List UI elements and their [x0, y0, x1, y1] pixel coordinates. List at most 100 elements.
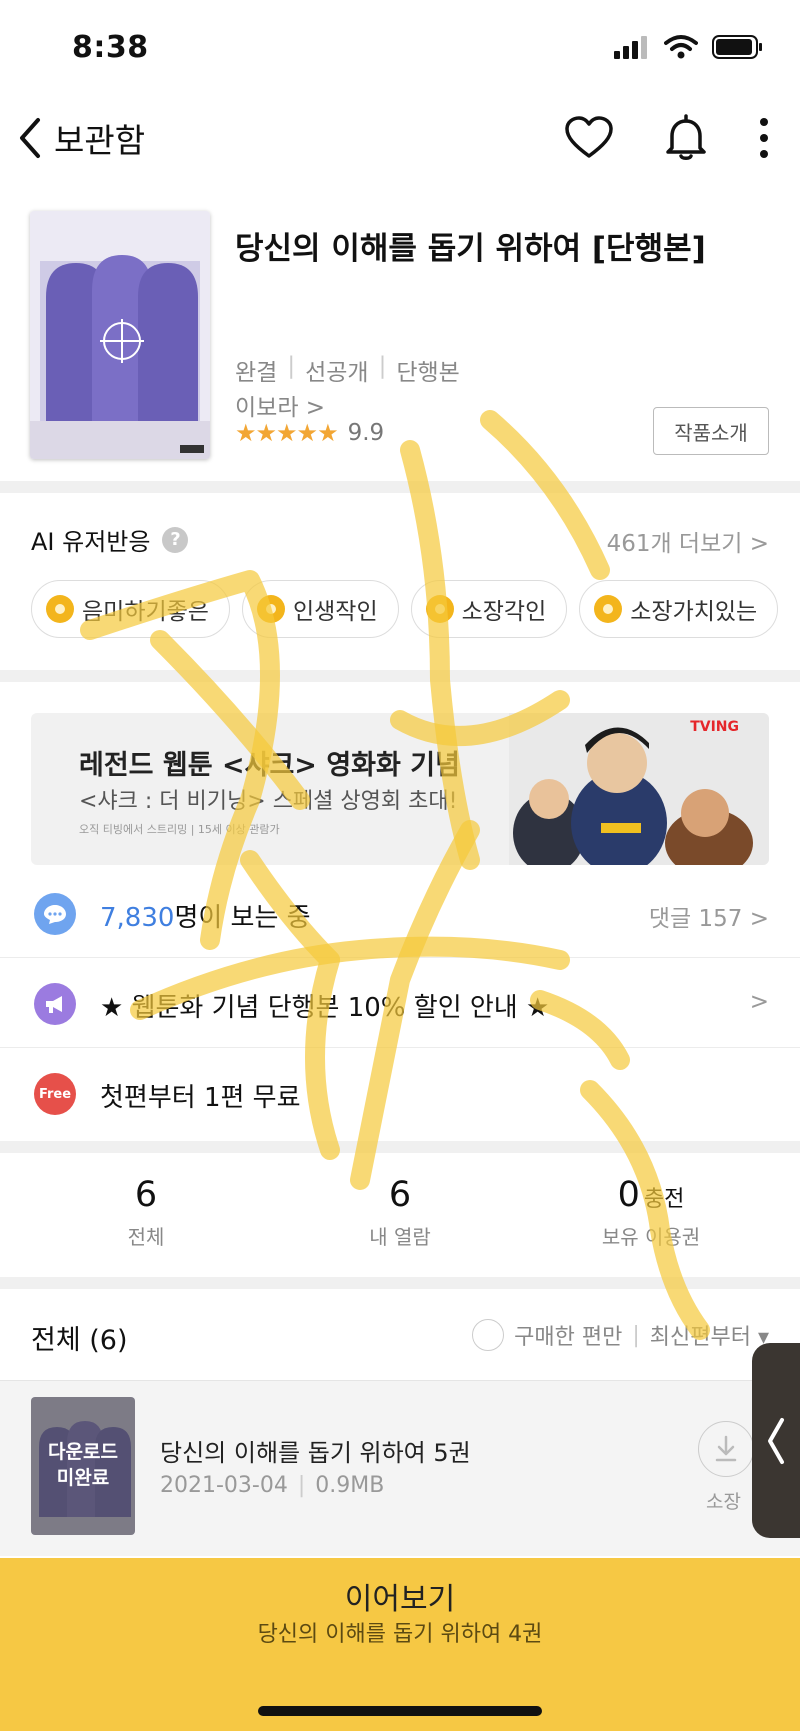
section-divider	[0, 481, 800, 493]
free-badge: Free	[34, 1073, 76, 1115]
more-vertical-icon[interactable]	[758, 116, 770, 160]
nav-title: 보관함	[54, 121, 146, 160]
episode-thumbnail: 다운로드 미완료	[31, 1397, 135, 1535]
book-meta: 완결 | 선공개 | 단행본	[235, 353, 460, 387]
side-panel-handle[interactable]	[752, 1343, 800, 1538]
banner-brand-logo: TVING	[690, 719, 739, 735]
meta-preview: 선공개	[305, 360, 369, 386]
banner-note: 오직 티빙에서 스트리밍 | 15세 이상 관람가	[79, 823, 280, 836]
download-button[interactable]	[698, 1421, 754, 1477]
download-label: 소장	[706, 1491, 741, 1513]
episode-date: 2021-03-04	[160, 1473, 288, 1498]
back-button[interactable]: 보관함	[16, 114, 145, 162]
chip-label: 소장가치있는	[630, 599, 758, 625]
section-divider	[0, 1141, 800, 1153]
episode-title: 당신의 이해를 돕기 위하여 5권	[160, 1439, 471, 1467]
stat-total-label: 전체	[127, 1225, 165, 1249]
download-icon	[715, 1435, 737, 1462]
status-icons	[614, 34, 764, 60]
cta-subtitle: 당신의 이해를 돕기 위하여 4권	[257, 1622, 543, 1647]
ai-reactions-section: AI 유저반응 ? 461개 더보기 > 음미하기좋은 인생작인 소장각인 소장…	[0, 500, 800, 666]
ai-reactions-more-link[interactable]: 461개 더보기 >	[607, 524, 769, 558]
banner-title: 레전드 웹툰 <샤크> 영화화 기념	[79, 750, 460, 781]
ai-reactions-label: AI 유저반응 ?	[31, 522, 189, 557]
comments-link[interactable]: 댓글 157 >	[649, 899, 769, 933]
stats-section: 6 전체 6 내 열람 0 충전 보유 이용권	[0, 1153, 800, 1277]
star-rating-icon: ★★★★★	[235, 419, 339, 447]
wifi-icon	[664, 35, 698, 59]
nav-bar: 보관함	[0, 100, 800, 180]
chip-dot-icon	[425, 595, 454, 623]
list-controls: 구매한 편만 | 최신편부터 ▾	[472, 1319, 769, 1351]
meta-format: 단행본	[396, 360, 460, 386]
chevron-right-icon: >	[749, 989, 769, 1015]
chip-label: 인생작인	[292, 599, 378, 625]
status-bar: 8:38	[0, 0, 800, 100]
section-divider	[0, 670, 800, 682]
help-icon[interactable]: ?	[162, 526, 189, 553]
sort-dropdown[interactable]: 최신편부터 ▾	[650, 1319, 769, 1351]
book-title: 당신의 이해를 돕기 위하여 [단행본]	[235, 231, 706, 267]
promo-notice-row[interactable]: ★ 웹툰화 기념 단행본 10% 할인 안내 ★ >	[0, 960, 800, 1048]
stat-read: 6 내 열람	[290, 1175, 510, 1250]
stat-tickets-label: 보유 이용권	[601, 1225, 701, 1249]
meta-status: 완결	[235, 360, 278, 386]
promo-banner[interactable]: 레전드 웹툰 <샤크> 영화화 기념 <샤크 : 더 비기닝> 스페셜 상영회 …	[31, 713, 769, 865]
chevron-left-icon	[768, 1417, 784, 1464]
viewers-suffix: 명이 보는 중	[174, 903, 311, 933]
ai-reactions-title: AI 유저반응	[31, 528, 151, 556]
reaction-chip[interactable]: 소장각인	[410, 580, 568, 638]
stat-tickets: 0 충전 보유 이용권	[541, 1175, 761, 1250]
reaction-chip[interactable]: 음미하기좋은	[31, 580, 230, 638]
stat-read-value: 6	[388, 1175, 412, 1215]
chevron-left-icon	[20, 118, 40, 158]
cta-title: 이어보기	[344, 1582, 456, 1617]
controls-separator: |	[632, 1322, 640, 1348]
meta-separator: |	[378, 353, 387, 379]
nav-actions	[564, 114, 770, 162]
book-cover[interactable]	[30, 211, 210, 459]
purchased-only-label[interactable]: 구매한 편만	[514, 1319, 622, 1351]
meta-separator: |	[297, 1473, 306, 1498]
book-info: 당신의 이해를 돕기 위하여 [단행본] 완결 | 선공개 | 단행본 이보라 …	[0, 205, 800, 475]
battery-icon	[712, 35, 762, 59]
reaction-chip[interactable]: 인생작인	[241, 580, 399, 638]
author-link[interactable]: 이보라 >	[235, 388, 325, 422]
cellular-signal-icon	[614, 36, 647, 59]
reaction-chip[interactable]: 소장가치있는	[579, 580, 779, 638]
ticket-count: 0	[617, 1175, 640, 1215]
status-time: 8:38	[72, 30, 149, 65]
free-text: 첫편부터 1편 무료	[100, 1083, 301, 1113]
heart-icon[interactable]	[564, 116, 614, 160]
episode-list-title: 전체 (6)	[31, 1325, 128, 1356]
chip-dot-icon	[46, 595, 74, 623]
stat-read-label: 내 열람	[369, 1225, 431, 1249]
promo-notice-text: ★ 웹툰화 기념 단행본 10% 할인 안내 ★	[100, 993, 550, 1023]
megaphone-icon	[34, 983, 76, 1025]
charge-button[interactable]: 충전	[644, 1187, 684, 1212]
rating: ★★★★★ 9.9	[235, 419, 384, 447]
purchased-only-radio[interactable]	[472, 1319, 505, 1351]
chip-label: 음미하기좋은	[82, 599, 209, 625]
intro-button[interactable]: 작품소개	[653, 407, 769, 455]
bell-icon[interactable]	[664, 114, 708, 162]
stat-total-value: 6	[134, 1175, 158, 1215]
banner-subtitle: <샤크 : 더 비기닝> 스페셜 상영회 초대!	[79, 789, 458, 814]
stat-total: 6 전체	[36, 1175, 256, 1250]
cover-illustration	[30, 211, 210, 459]
meta-separator: |	[287, 353, 296, 379]
overlay-line-1: 다운로드	[48, 1441, 118, 1464]
episode-size: 0.9MB	[315, 1473, 385, 1498]
chip-dot-icon	[594, 595, 623, 623]
episode-list-header: 전체 (6) 구매한 편만 | 최신편부터 ▾	[0, 1290, 800, 1380]
viewers-row[interactable]: 7,830명이 보는 중 댓글 157 >	[0, 870, 800, 958]
chat-bubble-icon	[34, 893, 76, 935]
episode-meta: 2021-03-04 | 0.9MB	[160, 1473, 384, 1498]
reaction-chips: 음미하기좋은 인생작인 소장각인 소장가치있는	[31, 580, 779, 638]
chip-dot-icon	[256, 595, 285, 623]
home-indicator	[258, 1706, 542, 1716]
free-row[interactable]: Free 첫편부터 1편 무료	[0, 1050, 800, 1138]
stat-tickets-value: 0 충전	[541, 1175, 761, 1215]
episode-row[interactable]: 다운로드 미완료 당신의 이해를 돕기 위하여 5권 2021-03-04 | …	[0, 1380, 800, 1556]
continue-reading-button[interactable]: 이어보기 당신의 이해를 돕기 위하여 4권	[0, 1558, 800, 1731]
